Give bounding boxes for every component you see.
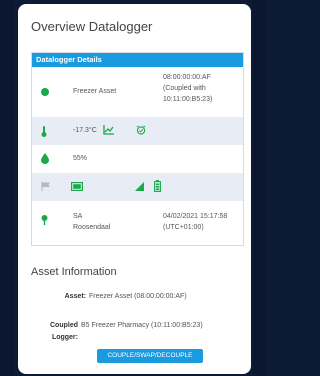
status-row: Freezer Asset 08:00:00:00:AF (Coupled wi… bbox=[32, 67, 243, 117]
background-right bbox=[253, 0, 267, 376]
coupled-logger-value: B5 Freezer Pharmacy (10:11:00:B5:23) bbox=[81, 322, 203, 329]
asset-info-title: Asset Information bbox=[31, 266, 117, 278]
device-status-row bbox=[32, 173, 243, 201]
asset-name: Freezer Asset bbox=[73, 88, 117, 95]
signal-icon bbox=[135, 182, 144, 191]
coupled-with-label: (Coupled with bbox=[163, 85, 206, 92]
battery-level-icon bbox=[154, 180, 161, 192]
background-left bbox=[0, 0, 14, 376]
temperature-row: -17.3°C bbox=[32, 117, 243, 145]
humidity-row: 55% bbox=[32, 145, 243, 173]
alarm-clock-icon[interactable] bbox=[136, 125, 146, 135]
location-name-line2: Roosendaal bbox=[73, 224, 111, 231]
map-pin-icon bbox=[41, 215, 48, 225]
datalogger-details-panel: Datalogger Details Freezer Asset 08:00:0… bbox=[31, 52, 244, 246]
coupled-label: Coupled bbox=[50, 322, 78, 329]
temperature-value: -17.3°C bbox=[73, 127, 97, 134]
last-update-time: 04/02/2021 15:17:58 bbox=[163, 213, 228, 220]
water-drop-icon bbox=[41, 153, 49, 164]
asset-value: Freezer Asset (08:00:00:00:AF) bbox=[89, 293, 187, 300]
coupled-logger-id: 10:11:00:B5:23) bbox=[163, 96, 213, 103]
timezone: (UTC+01:00) bbox=[163, 224, 204, 231]
status-dot-icon bbox=[41, 88, 49, 96]
overview-card: Overview Datalogger Datalogger Details F… bbox=[18, 4, 251, 374]
details-header: Datalogger Details bbox=[32, 53, 243, 67]
logger-id: 08:00:00:00:AF bbox=[163, 74, 211, 81]
flag-icon bbox=[41, 182, 50, 191]
logger-label: Logger: bbox=[51, 334, 78, 341]
thermometer-icon bbox=[41, 126, 47, 137]
asset-label: Asset: bbox=[64, 293, 86, 300]
couple-swap-decouple-button[interactable]: COUPLE/SWAP/DECOUPLE bbox=[97, 349, 203, 363]
battery-icon bbox=[71, 182, 83, 191]
location-name-line1: SA bbox=[73, 213, 83, 220]
page-title: Overview Datalogger bbox=[31, 19, 153, 34]
humidity-value: 55% bbox=[73, 155, 88, 162]
location-row: SA Roosendaal 04/02/2021 15:17:58 (UTC+0… bbox=[32, 201, 243, 245]
chart-icon[interactable] bbox=[103, 125, 114, 135]
